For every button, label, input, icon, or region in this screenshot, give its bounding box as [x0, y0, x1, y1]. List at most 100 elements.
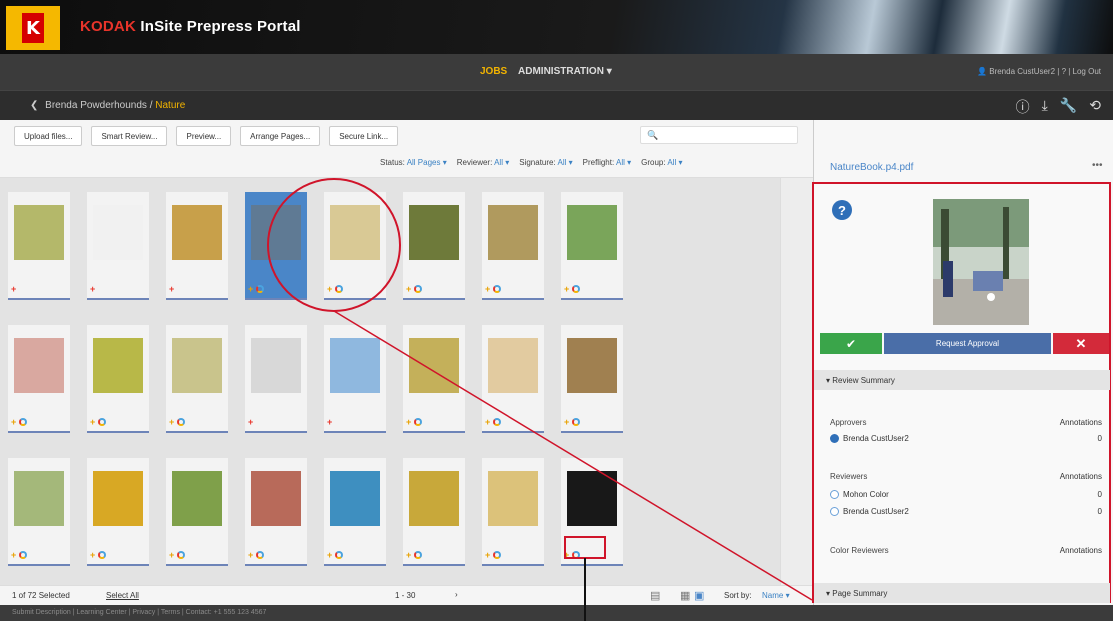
grid-scrollbar[interactable]	[780, 178, 813, 585]
add-annotation-icon[interactable]: +	[564, 417, 569, 427]
page-tile[interactable]: +	[245, 192, 307, 300]
page-thumbnail[interactable]	[488, 471, 538, 526]
info-icon[interactable]: ⓘ	[1016, 97, 1030, 117]
history-icon[interactable]: ⟲	[1089, 97, 1101, 117]
breadcrumb-parent[interactable]: Brenda Powderhounds	[45, 100, 147, 111]
filter-3[interactable]: Preflight: All ▾	[583, 158, 632, 167]
add-annotation-icon[interactable]: +	[169, 417, 174, 427]
page-thumbnail[interactable]	[330, 205, 380, 260]
add-annotation-icon[interactable]: +	[485, 417, 490, 427]
back-icon[interactable]: ❮	[30, 100, 38, 111]
add-annotation-icon[interactable]: +	[248, 550, 253, 560]
page-tile[interactable]: +	[87, 325, 149, 433]
wrench-icon[interactable]: 🔧	[1060, 97, 1077, 117]
page-thumbnail[interactable]	[251, 205, 301, 260]
page-tile[interactable]: +	[561, 458, 623, 566]
page-summary-toggle[interactable]: ▾ Page Summary	[814, 583, 1110, 603]
page-tile[interactable]: +	[245, 325, 307, 433]
page-thumbnail[interactable]	[409, 205, 459, 260]
next-page-button[interactable]: ›	[455, 590, 458, 599]
page-preview[interactable]	[933, 199, 1029, 325]
page-thumbnail[interactable]	[567, 205, 617, 260]
filter-1[interactable]: Reviewer: All ▾	[457, 158, 510, 167]
toolbar-button-0[interactable]: Upload files...	[14, 126, 83, 146]
page-thumbnail[interactable]	[567, 471, 617, 526]
page-tile[interactable]: +	[166, 458, 228, 566]
add-annotation-icon[interactable]: +	[406, 417, 411, 427]
approve-button[interactable]: ✔	[820, 333, 882, 354]
page-thumbnail[interactable]	[251, 471, 301, 526]
add-annotation-icon[interactable]: +	[11, 284, 16, 294]
page-tile[interactable]: +	[403, 458, 465, 566]
page-thumbnail[interactable]	[251, 338, 301, 393]
add-annotation-icon[interactable]: +	[90, 284, 95, 294]
page-thumbnail[interactable]	[330, 338, 380, 393]
toolbar-button-3[interactable]: Arrange Pages...	[240, 126, 321, 146]
page-thumbnail[interactable]	[409, 338, 459, 393]
page-thumbnail[interactable]	[172, 471, 222, 526]
sort-select[interactable]: Name ▾	[762, 591, 790, 600]
add-annotation-icon[interactable]: +	[248, 284, 253, 294]
page-tile[interactable]: +	[8, 458, 70, 566]
add-annotation-icon[interactable]: +	[90, 417, 95, 427]
toolbar-button-4[interactable]: Secure Link...	[329, 126, 399, 146]
toolbar-button-1[interactable]: Smart Review...	[91, 126, 168, 146]
nav-administration[interactable]: ADMINISTRATION ▾	[518, 66, 612, 77]
page-tile[interactable]: +	[166, 325, 228, 433]
page-thumbnail[interactable]	[14, 338, 64, 393]
page-tile[interactable]: +	[482, 192, 544, 300]
add-annotation-icon[interactable]: +	[11, 417, 16, 427]
page-tile[interactable]: +	[87, 192, 149, 300]
reject-button[interactable]: ✕	[1053, 333, 1109, 354]
page-thumbnail[interactable]	[172, 338, 222, 393]
filter-0[interactable]: Status: All Pages ▾	[380, 158, 447, 167]
add-annotation-icon[interactable]: +	[169, 284, 174, 294]
list-view-icon[interactable]: ▤	[650, 589, 660, 602]
add-annotation-icon[interactable]: +	[169, 550, 174, 560]
toolbar-button-2[interactable]: Preview...	[176, 126, 232, 146]
page-thumbnail[interactable]	[409, 471, 459, 526]
add-annotation-icon[interactable]: +	[564, 550, 569, 560]
page-thumbnail[interactable]	[14, 205, 64, 260]
add-annotation-icon[interactable]: +	[327, 550, 332, 560]
page-tile[interactable]: +	[87, 458, 149, 566]
download-icon[interactable]: ⤓	[1042, 97, 1048, 117]
add-annotation-icon[interactable]: +	[248, 417, 253, 427]
page-tile[interactable]: +	[324, 192, 386, 300]
page-tile[interactable]: +	[166, 192, 228, 300]
add-annotation-icon[interactable]: +	[564, 284, 569, 294]
page-tile[interactable]: +	[324, 325, 386, 433]
add-annotation-icon[interactable]: +	[485, 284, 490, 294]
review-summary-toggle[interactable]: ▾ Review Summary	[814, 370, 1110, 390]
page-tile[interactable]: +	[403, 192, 465, 300]
large-grid-icon[interactable]: ▣	[694, 589, 704, 602]
add-annotation-icon[interactable]: +	[327, 284, 332, 294]
filter-2[interactable]: Signature: All ▾	[519, 158, 572, 167]
page-thumbnail[interactable]	[14, 471, 64, 526]
more-options-icon[interactable]: •••	[1092, 160, 1103, 171]
search-input[interactable]: 🔍	[640, 126, 798, 144]
page-thumbnail[interactable]	[93, 338, 143, 393]
small-grid-icon[interactable]: ▦	[680, 589, 690, 602]
page-tile[interactable]: +	[324, 458, 386, 566]
page-thumbnail[interactable]	[93, 471, 143, 526]
page-thumbnail[interactable]	[488, 338, 538, 393]
select-all-link[interactable]: Select All	[106, 591, 139, 600]
page-thumbnail[interactable]	[488, 205, 538, 260]
page-thumbnail[interactable]	[93, 205, 143, 260]
user-menu[interactable]: 👤 Brenda CustUser2 | ? | Log Out	[977, 67, 1101, 76]
page-tile[interactable]: +	[482, 325, 544, 433]
add-annotation-icon[interactable]: +	[327, 417, 332, 427]
add-annotation-icon[interactable]: +	[485, 550, 490, 560]
add-annotation-icon[interactable]: +	[406, 550, 411, 560]
add-annotation-icon[interactable]: +	[90, 550, 95, 560]
nav-jobs[interactable]: JOBS	[480, 66, 507, 77]
page-tile[interactable]: +	[561, 325, 623, 433]
page-tile[interactable]: +	[403, 325, 465, 433]
page-tile[interactable]: +	[561, 192, 623, 300]
request-approval-button[interactable]: Request Approval	[884, 333, 1051, 354]
page-tile[interactable]: +	[8, 325, 70, 433]
filter-4[interactable]: Group: All ▾	[641, 158, 682, 167]
add-annotation-icon[interactable]: +	[11, 550, 16, 560]
page-thumbnail[interactable]	[567, 338, 617, 393]
